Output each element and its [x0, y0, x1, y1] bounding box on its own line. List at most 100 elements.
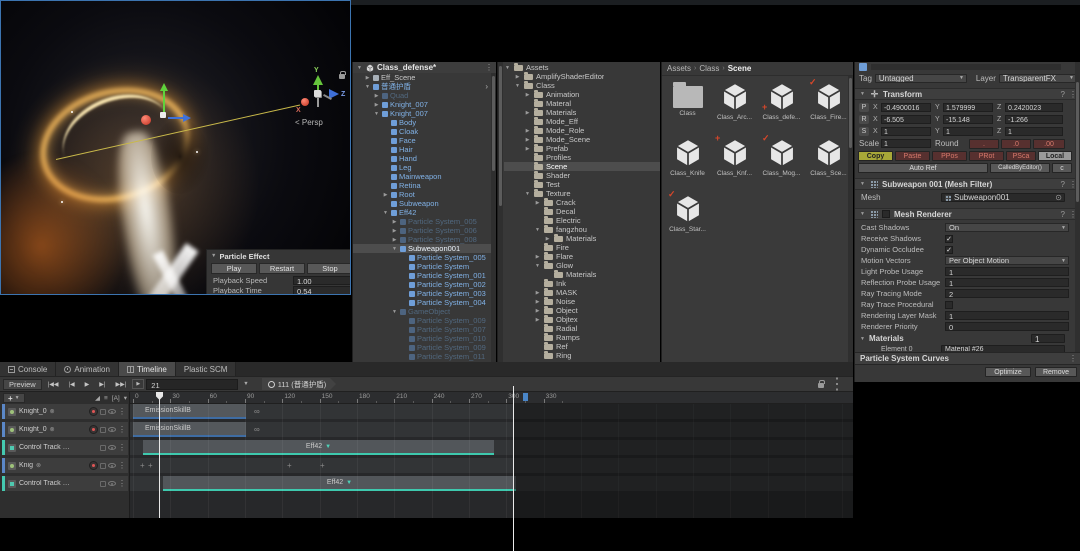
- clear-binding-icon[interactable]: ⊗: [50, 426, 55, 433]
- round-dot-button[interactable]: .: [969, 139, 999, 149]
- timeline-clips-area[interactable]: 0306090120150180210240270300330 Emission…: [130, 392, 853, 518]
- track-menu-icon[interactable]: ⋮: [118, 461, 126, 470]
- position-x-field[interactable]: -0.4900016: [881, 103, 931, 112]
- timeline-clip[interactable]: EmissionSkillB: [133, 422, 246, 437]
- expand-arrow-icon[interactable]: ▶: [382, 192, 389, 198]
- track-header-control[interactable]: Control Track (2)⋮: [2, 476, 128, 491]
- project-folder-item[interactable]: Materal: [504, 99, 660, 108]
- project-folder-item[interactable]: Electric: [504, 216, 660, 225]
- project-folder-item[interactable]: ▶MASK: [504, 288, 660, 297]
- paste-button[interactable]: Paste: [895, 151, 930, 161]
- move-gizmo-z-arrowhead[interactable]: [183, 114, 191, 122]
- menu-dots-icon[interactable]: ⋮: [485, 63, 493, 72]
- pin-icon[interactable]: [100, 427, 106, 433]
- expand-arrow-icon[interactable]: ▼: [504, 65, 511, 71]
- hierarchy-item[interactable]: Particle System_002: [353, 280, 496, 289]
- pin-icon[interactable]: [100, 481, 106, 487]
- hierarchy-item[interactable]: ▶Quad: [353, 91, 496, 100]
- axis-x-handle[interactable]: [301, 98, 309, 106]
- pin-icon[interactable]: [100, 445, 106, 451]
- project-folder-item[interactable]: Ink: [504, 279, 660, 288]
- project-folder-item[interactable]: ▶Noise: [504, 297, 660, 306]
- expand-arrow-icon[interactable]: ▼: [534, 227, 541, 233]
- project-folder-item[interactable]: ▶Prefab: [504, 144, 660, 153]
- rotation-z-field[interactable]: -1.266: [1005, 115, 1063, 124]
- restart-button[interactable]: Restart: [259, 263, 305, 274]
- menu-dots-icon[interactable]: ⋮: [829, 374, 845, 394]
- component-enabled-checkbox[interactable]: [882, 210, 890, 218]
- hierarchy-item[interactable]: Particle System_009: [353, 316, 496, 325]
- inspector-scrollbar[interactable]: [1075, 62, 1080, 352]
- expand-arrow-icon[interactable]: ▶: [534, 299, 541, 305]
- expand-arrow-icon[interactable]: ▼: [356, 65, 363, 71]
- property-field[interactable]: 1: [945, 278, 1069, 287]
- foldout-arrow-icon[interactable]: ▼: [859, 181, 866, 187]
- asset-item[interactable]: +Class_defe...: [759, 80, 804, 126]
- timeline-clip[interactable]: Eff42▼: [143, 440, 494, 455]
- ppos-button[interactable]: PPos: [932, 151, 967, 161]
- record-button[interactable]: [89, 461, 98, 470]
- preview-toggle-button[interactable]: Preview: [3, 379, 42, 390]
- pin-icon[interactable]: [100, 463, 106, 469]
- expand-arrow-icon[interactable]: ▶: [524, 110, 531, 116]
- key-marker[interactable]: +: [320, 461, 325, 470]
- materials-row[interactable]: ▼ Materials 1: [855, 333, 1080, 344]
- expand-arrow-icon[interactable]: ▶: [534, 308, 541, 314]
- scale-y-field[interactable]: 1: [943, 127, 993, 136]
- round-tenth-button[interactable]: .0: [1001, 139, 1031, 149]
- expand-arrow-icon[interactable]: ▶: [364, 75, 371, 81]
- asset-grid-scrollbar[interactable]: [848, 76, 853, 362]
- hierarchy-item[interactable]: ▶Root: [353, 190, 496, 199]
- key-marker[interactable]: +: [140, 461, 145, 470]
- track-menu-icon[interactable]: ⋮: [118, 425, 126, 434]
- scale-x-field[interactable]: 1: [881, 127, 931, 136]
- lock-icon[interactable]: [339, 71, 345, 79]
- timeline-clip[interactable]: EmissionSkillB: [133, 404, 246, 419]
- goto-start-button[interactable]: |◀◀: [44, 381, 63, 388]
- project-folder-item[interactable]: ▶Object: [504, 306, 660, 315]
- axis-center-cube[interactable]: [314, 90, 321, 97]
- record-button[interactable]: [89, 407, 98, 416]
- expand-arrow-icon[interactable]: ▼: [364, 84, 371, 90]
- hierarchy-item[interactable]: Cloak: [353, 127, 496, 136]
- expand-arrow-icon[interactable]: ▶: [373, 102, 380, 108]
- expand-arrow-icon[interactable]: ▼: [391, 246, 398, 252]
- expand-arrow-icon[interactable]: ▶: [524, 92, 531, 98]
- position-y-field[interactable]: 1.579999: [943, 103, 993, 112]
- project-folder-item[interactable]: ▶Mode_Scene: [504, 135, 660, 144]
- prefab-open-arrow[interactable]: ›: [485, 82, 488, 91]
- track-menu-icon[interactable]: ⋮: [118, 443, 126, 452]
- hierarchy-item[interactable]: Hair: [353, 145, 496, 154]
- auto-ref-button[interactable]: Auto Ref: [858, 163, 988, 173]
- play-button[interactable]: ▶: [81, 381, 94, 388]
- property-checkbox[interactable]: ✓: [945, 246, 953, 254]
- playhead-line[interactable]: [159, 392, 160, 518]
- expand-arrow-icon[interactable]: ▶: [524, 137, 531, 143]
- hierarchy-item[interactable]: ▶Knight_007: [353, 100, 496, 109]
- expand-arrow-icon[interactable]: ▶: [391, 237, 398, 243]
- property-field[interactable]: 1: [945, 267, 1069, 276]
- hierarchy-item[interactable]: ▼Subweapon001: [353, 244, 496, 253]
- particle-row-field[interactable]: 1.00: [293, 276, 351, 285]
- hierarchy-item[interactable]: Particle System_003: [353, 289, 496, 298]
- property-field[interactable]: 1: [945, 311, 1069, 320]
- hierarchy-item[interactable]: Particle System_007: [353, 325, 496, 334]
- tab-plastic-scm[interactable]: Plastic SCM: [176, 362, 237, 376]
- property-field[interactable]: 0: [945, 322, 1069, 331]
- project-folder-item[interactable]: ▼Texture: [504, 189, 660, 198]
- eye-icon[interactable]: [108, 409, 116, 414]
- project-folder-item[interactable]: ▼Assets: [504, 63, 660, 72]
- hierarchy-item[interactable]: Particle System_005: [353, 253, 496, 262]
- foldout-arrow-icon[interactable]: ▼: [859, 211, 866, 217]
- next-frame-button[interactable]: ▶|: [95, 381, 109, 388]
- hierarchy-item[interactable]: Retina: [353, 181, 496, 190]
- timeline-asset-breadcrumb[interactable]: 111 (普通护盾): [262, 378, 330, 390]
- clear-binding-icon[interactable]: ⊗: [50, 408, 55, 415]
- expand-arrow-icon[interactable]: ▶: [534, 317, 541, 323]
- stop-button[interactable]: Stop: [307, 263, 351, 274]
- project-folder-item[interactable]: ▶Crack: [504, 198, 660, 207]
- blue-range-marker[interactable]: [523, 393, 528, 401]
- hierarchy-item[interactable]: ▶Particle System_006: [353, 226, 496, 235]
- project-folder-item[interactable]: ▼Class: [504, 81, 660, 90]
- property-dropdown[interactable]: Per Object Motion▼: [945, 256, 1069, 265]
